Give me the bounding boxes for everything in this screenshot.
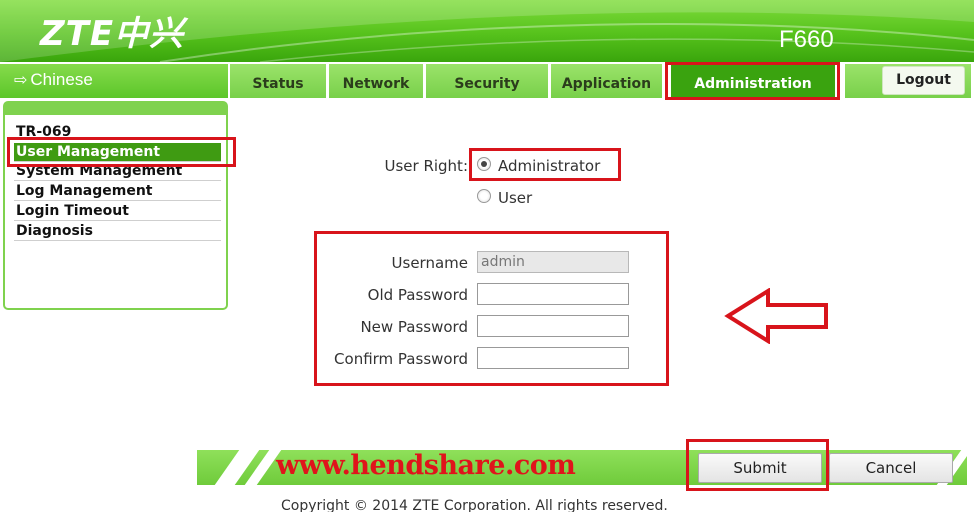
sidebar-item-diagnosis[interactable]: Diagnosis bbox=[14, 222, 221, 241]
watermark-text: www.hendshare.com bbox=[276, 450, 576, 481]
sidebar-header-bar bbox=[5, 103, 226, 115]
tab-status[interactable]: Status bbox=[230, 64, 326, 98]
user-right-label: User Right: bbox=[384, 157, 468, 175]
sidebar-item-login-timeout[interactable]: Login Timeout bbox=[14, 202, 221, 221]
model-name: F660 bbox=[779, 26, 834, 53]
header-banner: ZTE中兴 F660 bbox=[0, 0, 974, 62]
language-switch[interactable]: ⇨ Chinese bbox=[0, 64, 228, 98]
cancel-button[interactable]: Cancel bbox=[829, 453, 953, 483]
tab-application[interactable]: Application bbox=[551, 64, 662, 98]
user-radio-label: User bbox=[498, 189, 533, 207]
logout-button[interactable]: Logout bbox=[882, 66, 965, 95]
zte-logo: ZTE中兴 bbox=[40, 14, 185, 54]
annotation-box-submit bbox=[686, 439, 829, 491]
copyright-text: Copyright © 2014 ZTE Corporation. All ri… bbox=[281, 498, 668, 512]
annotation-box-administrator bbox=[469, 148, 621, 181]
sidebar-item-log-management[interactable]: Log Management bbox=[14, 182, 221, 201]
annotation-box-administration bbox=[665, 62, 840, 100]
tab-network[interactable]: Network bbox=[329, 64, 423, 98]
annotation-box-user-management bbox=[7, 137, 236, 167]
annotation-box-credentials bbox=[314, 231, 669, 386]
language-label: Chinese bbox=[30, 70, 93, 89]
user-radio[interactable] bbox=[477, 189, 491, 203]
arrow-right-icon: ⇨ bbox=[14, 72, 28, 89]
left-arrow-annotation-icon bbox=[724, 288, 828, 344]
tab-security[interactable]: Security bbox=[426, 64, 548, 98]
